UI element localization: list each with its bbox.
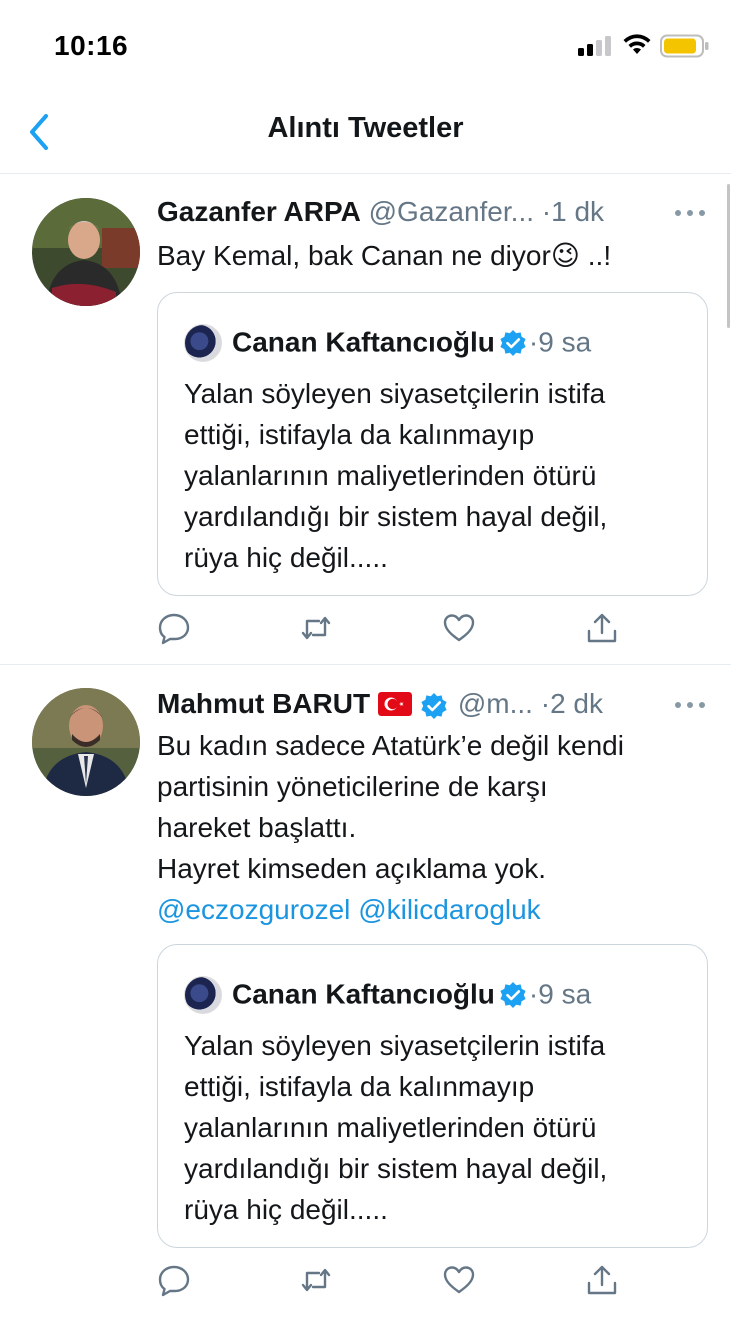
verified-badge-icon — [500, 329, 526, 356]
reply-button[interactable] — [157, 611, 197, 651]
tweet-time[interactable]: 2 dk — [550, 688, 603, 719]
tweet-actions — [157, 611, 637, 651]
quoted-tweet[interactable]: Canan Kaftancıoğlu ·9 sa Yalan söyleyen s… — [157, 292, 708, 596]
quoted-text-line: Yalan söyleyen siyasetçilerin istifa — [184, 1030, 606, 1061]
tweet-header: Mahmut BARUT @m... ·2 dk — [157, 686, 711, 722]
avatar[interactable] — [32, 688, 140, 796]
like-icon — [443, 1266, 475, 1294]
quoted-text-line: rüya hiç değil..... — [184, 1194, 388, 1225]
quoted-text-line: rüya hiç değil..... — [184, 542, 388, 573]
tweet-header: Gazanfer ARPA @Gazanfer... ·1 dk — [157, 194, 711, 230]
share-icon — [587, 613, 617, 643]
quoted-author-name: Canan Kaftancıoğlu — [232, 326, 495, 358]
author-name[interactable]: Mahmut BARUT — [157, 688, 370, 719]
share-icon — [587, 1265, 617, 1295]
quoted-text-line: Yalan söyleyen siyasetçilerin istifa — [184, 378, 606, 409]
page-title: Alıntı Tweetler — [267, 112, 464, 144]
quoted-tweet[interactable]: Canan Kaftancıoğlu ·9 sa Yalan söyleyen s… — [157, 944, 708, 1248]
quoted-author-name: Canan Kaftancıoğlu — [232, 978, 495, 1010]
quoted-tweet-header: Canan Kaftancıoğlu ·9 sa — [184, 321, 592, 362]
tweet-text-line: Hayret kimseden açıklama yok. — [157, 853, 547, 884]
turkey-flag-icon — [378, 691, 413, 716]
reply-button[interactable] — [157, 1263, 197, 1303]
quoted-text-line: yardılandığı bir sistem hayal değil, — [184, 501, 608, 532]
tweet-text-line: Bu kadın sadece Atatürk’e değil kendi — [157, 730, 624, 761]
separator-dot: · — [541, 196, 552, 227]
quoted-tweet-text: Yalan söyleyen siyasetçilerin istifa ett… — [184, 373, 683, 578]
wifi-icon — [622, 32, 652, 56]
tweet[interactable]: Gazanfer ARPA @Gazanfer... ·1 dk Bay Kem… — [0, 175, 731, 665]
reply-icon — [158, 613, 190, 645]
quoted-text-line: yalanlarının maliyetlerinden ötürü — [184, 460, 597, 491]
like-icon — [443, 614, 475, 642]
quoted-time: 9 sa — [538, 326, 592, 358]
retweet-icon — [301, 1268, 331, 1292]
share-button[interactable] — [585, 611, 625, 651]
tweet-text-line: partisinin yöneticilerine de karşı — [157, 771, 548, 802]
mention-link[interactable]: @kilicdarogluk — [358, 894, 541, 925]
like-button[interactable] — [442, 1263, 482, 1303]
wink-emoji: 😉 — [550, 239, 580, 272]
status-bar: 10:16 — [0, 0, 731, 90]
separator-dot: · — [540, 688, 551, 719]
tweet-time[interactable]: 1 dk — [551, 196, 604, 227]
quoted-text-line: yalanlarının maliyetlerinden ötürü — [184, 1112, 597, 1143]
tweet-text-line: hareket başlattı. — [157, 812, 357, 843]
quoted-tweet-header: Canan Kaftancıoğlu ·9 sa — [184, 973, 592, 1014]
verified-badge-icon — [500, 981, 526, 1008]
quoted-avatar — [184, 975, 222, 1014]
tweet[interactable]: Mahmut BARUT @m... ·2 dk Bu kadın sadece… — [0, 666, 731, 1318]
quoted-separator-dot: · — [528, 326, 539, 358]
verified-badge-icon — [421, 692, 447, 719]
author-name[interactable]: Gazanfer ARPA — [157, 196, 361, 227]
quoted-time: 9 sa — [538, 978, 592, 1010]
more-icon[interactable] — [675, 686, 707, 722]
quoted-text-line: yardılandığı bir sistem hayal değil, — [184, 1153, 608, 1184]
tweet-actions — [157, 1263, 637, 1303]
tweet-text-line: Bay Kemal, bak Canan ne diyor — [157, 240, 551, 271]
quoted-avatar — [184, 323, 222, 362]
retweet-button[interactable] — [299, 1263, 339, 1303]
quoted-text-line: ettiği, istifayla da kalınmayıp — [184, 419, 535, 450]
nav-header: Alıntı Tweetler — [0, 90, 731, 174]
mention-link[interactable]: @eczozgurozel — [157, 894, 350, 925]
more-icon[interactable] — [675, 194, 707, 230]
retweet-icon — [301, 616, 331, 640]
quoted-tweet-text: Yalan söyleyen siyasetçilerin istifa ett… — [184, 1025, 683, 1230]
cellular-signal-icon — [578, 36, 614, 56]
avatar[interactable] — [32, 198, 140, 306]
share-button[interactable] — [585, 1263, 625, 1303]
author-handle[interactable]: @m... — [458, 688, 533, 719]
quoted-separator-dot: · — [528, 978, 539, 1010]
tweet-text-line: ..! — [579, 240, 612, 271]
like-button[interactable] — [442, 611, 482, 651]
retweet-button[interactable] — [299, 611, 339, 651]
author-handle[interactable]: @Gazanfer... — [369, 196, 534, 227]
battery-icon — [660, 34, 710, 58]
reply-icon — [158, 1265, 190, 1297]
tweet-text: Bu kadın sadece Atatürk’e değil kendi pa… — [157, 725, 701, 930]
quoted-text-line: ettiği, istifayla da kalınmayıp — [184, 1071, 535, 1102]
status-time: 10:16 — [54, 30, 129, 61]
tweet-text: Bay Kemal, bak Canan ne diyor😉 ..! — [157, 235, 701, 276]
